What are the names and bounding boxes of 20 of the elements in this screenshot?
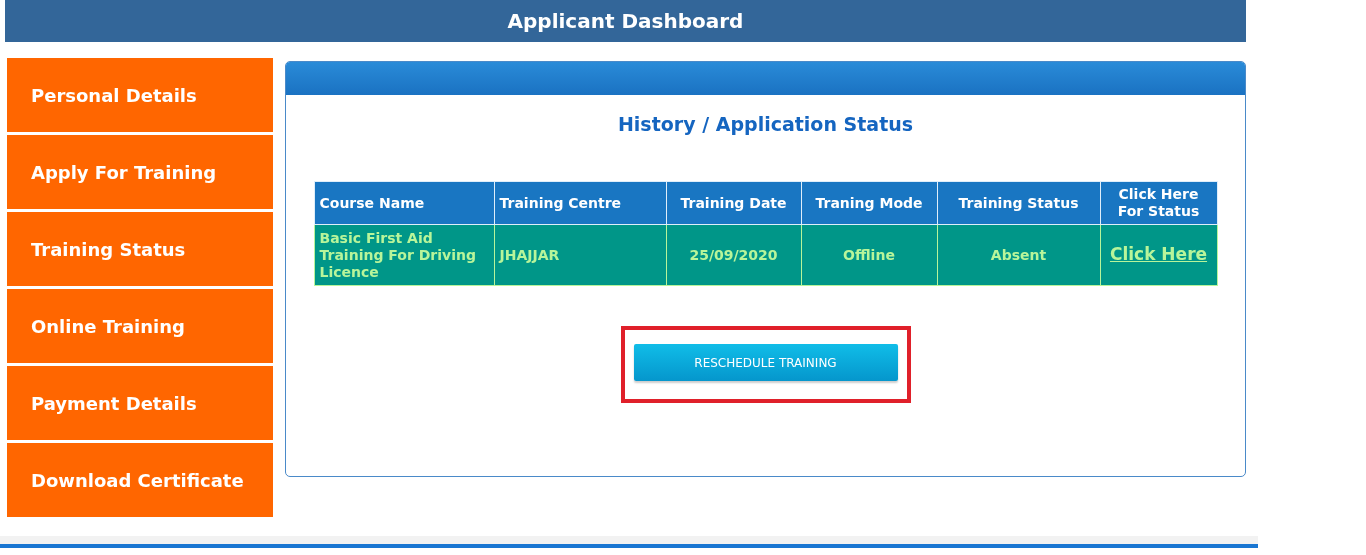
sidebar-item[interactable]: Payment Details bbox=[7, 366, 273, 440]
sidebar-item[interactable]: Training Status bbox=[7, 212, 273, 286]
column-header: Click Here For Status bbox=[1100, 181, 1217, 225]
table-cell: 25/09/2020 bbox=[666, 224, 801, 286]
sidebar-item[interactable]: Personal Details bbox=[7, 58, 273, 132]
section-title: History / Application Status bbox=[617, 113, 914, 135]
sidebar-item[interactable]: Apply For Training bbox=[7, 135, 273, 209]
table-cell: Basic First Aid Training For Driving Licence bbox=[314, 224, 494, 286]
table-cell: Offline bbox=[801, 224, 937, 286]
page-title: Applicant Dashboard bbox=[507, 9, 744, 33]
column-header: Training Centre bbox=[494, 181, 666, 225]
sidebar-item[interactable]: Download Certificate bbox=[7, 443, 273, 517]
column-header: Training Status bbox=[937, 181, 1100, 225]
sidebar-item[interactable]: Online Training bbox=[7, 289, 273, 363]
reschedule-button[interactable]: RESCHEDULE TRAINING bbox=[633, 344, 898, 381]
table-cell: JHAJJAR bbox=[494, 224, 666, 286]
table-cell: Absent bbox=[937, 224, 1100, 286]
column-header: Training Date bbox=[666, 181, 801, 225]
column-header: Traning Mode bbox=[801, 181, 937, 225]
column-header: Course Name bbox=[314, 181, 494, 225]
